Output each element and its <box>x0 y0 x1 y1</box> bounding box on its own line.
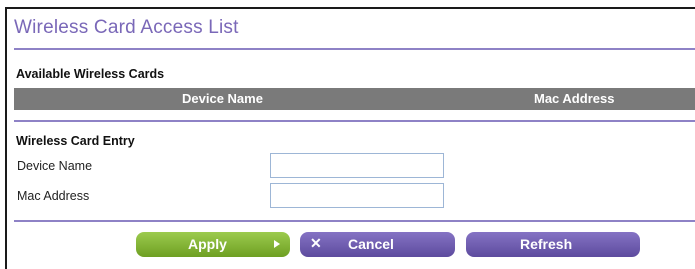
device-name-label: Device Name <box>17 159 93 173</box>
page-title: Wireless Card Access List <box>14 17 239 38</box>
mac-address-label: Mac Address <box>17 189 90 203</box>
section-divider <box>14 120 695 122</box>
refresh-label: Refresh <box>520 236 573 252</box>
cancel-button[interactable]: ✕ Cancel <box>300 232 455 257</box>
available-cards-heading: Available Wireless Cards <box>16 67 165 81</box>
mac-address-field[interactable] <box>270 183 444 208</box>
column-device-name: Device Name <box>182 91 263 106</box>
title-divider <box>14 48 695 50</box>
column-mac-address: Mac Address <box>534 91 615 106</box>
refresh-button[interactable]: Refresh <box>466 232 640 257</box>
button-divider <box>14 220 695 222</box>
x-icon: ✕ <box>310 235 322 251</box>
cards-table-header: Device Name Mac Address <box>14 88 695 110</box>
arrow-right-icon <box>274 240 280 248</box>
apply-button[interactable]: Apply <box>136 232 290 257</box>
cancel-label: Cancel <box>348 236 394 252</box>
apply-label: Apply <box>188 236 227 252</box>
card-entry-heading: Wireless Card Entry <box>16 134 135 148</box>
device-name-field[interactable] <box>270 153 444 178</box>
